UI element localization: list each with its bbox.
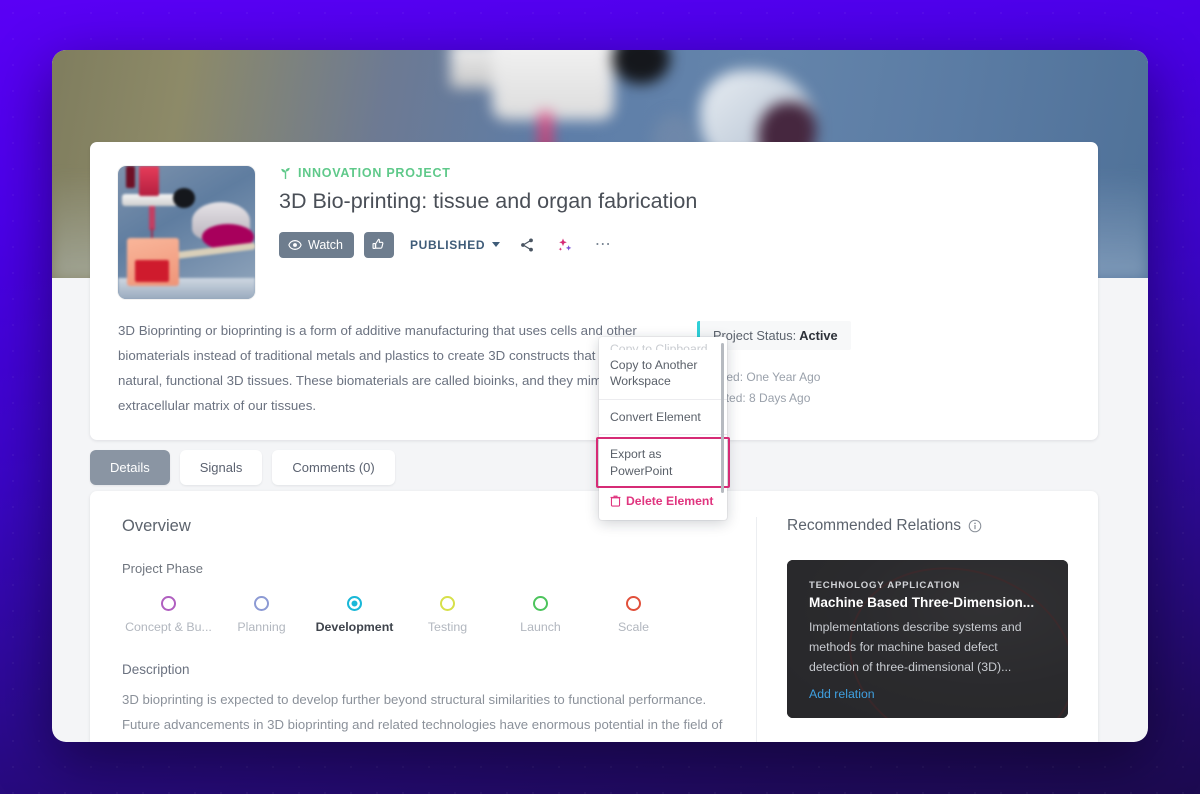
description-heading: Description [122,662,726,677]
phase-label: Launch [494,620,587,634]
project-meta: Created: One Year Ago Updated: 8 Days Ag… [697,367,997,409]
project-description: 3D Bioprinting or bioprinting is a form … [118,319,673,418]
relation-body: Implementations describe systems and met… [809,618,1046,678]
tab-details[interactable]: Details [90,450,170,485]
menu-item-delete-element[interactable]: Delete Element [599,488,727,518]
header-actions: Watch PUBLISHED [279,232,1070,258]
more-options-button[interactable]: ⋯ [592,234,614,256]
sparkle-icon [557,237,573,253]
project-phase-stepper: Concept & Bu... Planning Development Tes… [122,596,726,634]
phase-label: Testing [401,620,494,634]
relation-kicker: TECHNOLOGY APPLICATION [809,580,1046,591]
ai-enhance-button[interactable] [554,234,576,256]
eye-icon [288,238,302,252]
menu-divider [599,399,727,400]
menu-item-convert-element[interactable]: Convert Element [599,402,727,432]
share-icon [519,237,535,253]
menu-divider [599,434,727,435]
phase-launch[interactable]: Launch [494,596,587,634]
project-phase-label: Project Phase [122,561,726,576]
publish-status-label: PUBLISHED [410,238,485,252]
page-title: 3D Bio-printing: tissue and organ fabric… [279,188,699,216]
phase-ring-icon [254,596,269,611]
ellipsis-icon: ⋯ [595,240,612,250]
phase-ring-icon [626,596,641,611]
recommended-relations-title: Recommended Relations [787,517,961,535]
phase-ring-icon [347,596,362,611]
like-button[interactable] [364,232,394,258]
tab-bar: Details Signals Comments (0) [90,450,395,485]
phase-scale[interactable]: Scale [587,596,680,634]
thumbnail-image [118,166,255,299]
project-type-label: INNOVATION PROJECT [298,166,451,180]
recommended-relations-heading: Recommended Relations [787,517,1068,535]
updated-date: Updated: 8 Days Ago [697,388,997,409]
hero-knob [612,50,670,84]
phase-label: Concept & Bu... [122,620,215,634]
watch-button[interactable]: Watch [279,232,354,258]
phase-ring-icon [533,596,548,611]
menu-item-clipped[interactable]: Copy to Clipboard [599,341,727,350]
info-circle-icon[interactable] [968,519,982,533]
share-button[interactable] [516,234,538,256]
sprout-icon [279,166,292,180]
tab-comments[interactable]: Comments (0) [272,450,394,485]
relation-title: Machine Based Three-Dimension... [809,595,1046,610]
thumbs-up-icon [371,237,386,252]
chevron-down-icon [492,242,500,247]
phase-development[interactable]: Development [308,596,401,634]
menu-item-copy-to-another-workspace[interactable]: Copy to Another Workspace [599,350,727,397]
phase-ring-icon [161,596,176,611]
project-thumbnail[interactable] [118,166,255,299]
menu-scrollbar[interactable] [721,343,724,493]
phase-planning[interactable]: Planning [215,596,308,634]
created-date: Created: One Year Ago [697,367,997,388]
more-options-menu: Copy to Clipboard Copy to Another Worksp… [599,337,727,520]
app-window: INNOVATION PROJECT 3D Bio-printing: tiss… [52,50,1148,742]
phase-label: Planning [215,620,308,634]
details-panel: Overview Project Phase Concept & Bu... P… [90,491,1098,742]
phase-label: Scale [587,620,680,634]
phase-label: Development [308,620,401,634]
description-text: 3D bioprinting is expected to develop fu… [122,687,726,738]
tab-signals[interactable]: Signals [180,450,263,485]
add-relation-link[interactable]: Add relation [809,687,1046,701]
delete-element-label: Delete Element [626,494,713,508]
project-status-value: Active [799,328,837,343]
hero-printer-head [492,50,614,120]
trash-icon [610,495,621,507]
project-info-card: INNOVATION PROJECT 3D Bio-printing: tiss… [90,142,1098,440]
project-type-kicker: INNOVATION PROJECT [279,166,1070,180]
phase-ring-icon [440,596,455,611]
relation-card[interactable]: TECHNOLOGY APPLICATION Machine Based Thr… [787,560,1068,718]
menu-item-export-as-powerpoint[interactable]: Export as PowerPoint [596,437,730,488]
phase-testing[interactable]: Testing [401,596,494,634]
phase-concept[interactable]: Concept & Bu... [122,596,215,634]
publish-status-dropdown[interactable]: PUBLISHED [410,238,500,252]
watch-label: Watch [308,238,343,252]
